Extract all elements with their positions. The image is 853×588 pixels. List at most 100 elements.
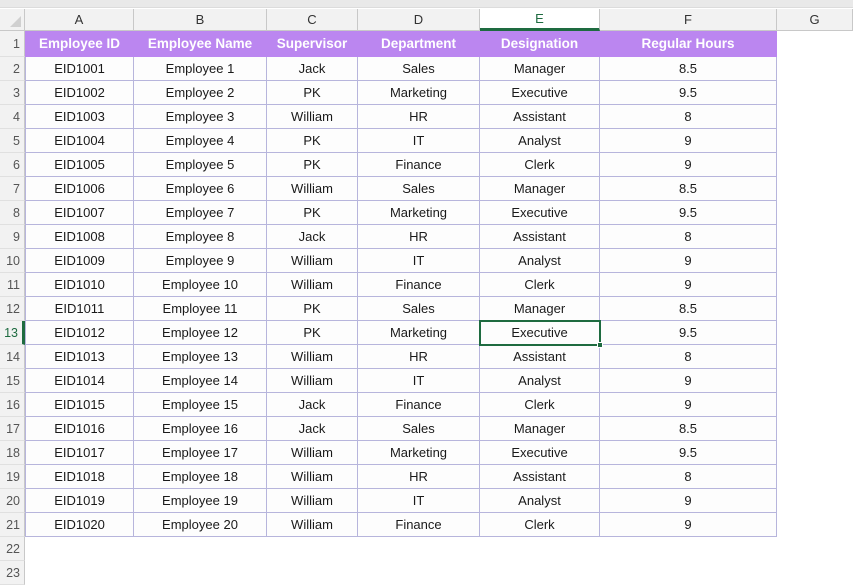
empty-cell[interactable] bbox=[480, 537, 600, 561]
data-cell[interactable]: IT bbox=[358, 489, 480, 513]
data-cell[interactable]: Analyst bbox=[480, 489, 600, 513]
empty-cell[interactable] bbox=[777, 465, 853, 489]
empty-cell[interactable] bbox=[25, 537, 134, 561]
data-cell[interactable]: IT bbox=[358, 369, 480, 393]
row-header-23[interactable]: 23 bbox=[0, 561, 25, 585]
data-cell[interactable]: William bbox=[267, 177, 358, 201]
data-cell[interactable]: Marketing bbox=[358, 441, 480, 465]
column-title-cell[interactable]: Supervisor bbox=[267, 31, 358, 57]
empty-cell[interactable] bbox=[777, 81, 853, 105]
row-header-12[interactable]: 12 bbox=[0, 297, 25, 321]
empty-cell[interactable] bbox=[777, 441, 853, 465]
data-cell[interactable]: Manager bbox=[480, 177, 600, 201]
column-header-g[interactable]: G bbox=[777, 9, 853, 31]
data-cell[interactable]: Analyst bbox=[480, 249, 600, 273]
empty-cell[interactable] bbox=[25, 561, 134, 585]
data-cell[interactable]: William bbox=[267, 465, 358, 489]
data-cell[interactable]: EID1012 bbox=[25, 321, 134, 345]
data-cell[interactable]: Employee 11 bbox=[134, 297, 267, 321]
data-cell[interactable]: Assistant bbox=[480, 345, 600, 369]
data-cell[interactable]: Jack bbox=[267, 393, 358, 417]
data-cell[interactable]: Clerk bbox=[480, 393, 600, 417]
data-cell[interactable]: EID1016 bbox=[25, 417, 134, 441]
data-cell[interactable]: 8 bbox=[600, 345, 777, 369]
row-header-15[interactable]: 15 bbox=[0, 369, 25, 393]
data-cell[interactable]: 8.5 bbox=[600, 417, 777, 441]
row-header-3[interactable]: 3 bbox=[0, 81, 25, 105]
row-header-22[interactable]: 22 bbox=[0, 537, 25, 561]
empty-cell[interactable] bbox=[777, 537, 853, 561]
data-cell[interactable]: PK bbox=[267, 201, 358, 225]
empty-cell[interactable] bbox=[777, 321, 853, 345]
fill-handle[interactable] bbox=[597, 342, 603, 348]
empty-cell[interactable] bbox=[777, 297, 853, 321]
data-cell[interactable]: EID1010 bbox=[25, 273, 134, 297]
data-cell[interactable]: EID1017 bbox=[25, 441, 134, 465]
data-cell[interactable]: Employee 15 bbox=[134, 393, 267, 417]
data-cell[interactable]: 8 bbox=[600, 465, 777, 489]
data-cell[interactable]: HR bbox=[358, 105, 480, 129]
data-cell[interactable]: EID1006 bbox=[25, 177, 134, 201]
data-cell[interactable]: Sales bbox=[358, 297, 480, 321]
row-header-10[interactable]: 10 bbox=[0, 249, 25, 273]
data-cell[interactable]: William bbox=[267, 489, 358, 513]
row-header-20[interactable]: 20 bbox=[0, 489, 25, 513]
row-header-18[interactable]: 18 bbox=[0, 441, 25, 465]
data-cell[interactable]: Finance bbox=[358, 153, 480, 177]
column-header-c[interactable]: C bbox=[267, 9, 358, 31]
data-cell[interactable]: 9.5 bbox=[600, 81, 777, 105]
empty-cell[interactable] bbox=[777, 345, 853, 369]
row-header-16[interactable]: 16 bbox=[0, 393, 25, 417]
empty-cell[interactable] bbox=[480, 561, 600, 585]
column-title-cell[interactable]: Department bbox=[358, 31, 480, 57]
row-header-14[interactable]: 14 bbox=[0, 345, 25, 369]
data-cell[interactable]: Employee 16 bbox=[134, 417, 267, 441]
data-cell[interactable]: Executive bbox=[480, 441, 600, 465]
data-cell[interactable]: Executive bbox=[480, 81, 600, 105]
empty-cell[interactable] bbox=[777, 225, 853, 249]
data-cell[interactable]: EID1011 bbox=[25, 297, 134, 321]
data-cell[interactable]: Sales bbox=[358, 417, 480, 441]
data-cell[interactable]: Employee 20 bbox=[134, 513, 267, 537]
data-cell[interactable]: 9 bbox=[600, 513, 777, 537]
empty-cell[interactable] bbox=[777, 105, 853, 129]
data-cell[interactable]: Employee 13 bbox=[134, 345, 267, 369]
data-cell[interactable]: Analyst bbox=[480, 129, 600, 153]
data-cell[interactable]: Manager bbox=[480, 297, 600, 321]
data-cell[interactable]: HR bbox=[358, 225, 480, 249]
column-title-cell[interactable]: Employee Name bbox=[134, 31, 267, 57]
row-header-13[interactable]: 13 bbox=[0, 321, 25, 345]
row-header-21[interactable]: 21 bbox=[0, 513, 25, 537]
data-cell[interactable]: EID1008 bbox=[25, 225, 134, 249]
data-cell[interactable]: 8.5 bbox=[600, 57, 777, 81]
empty-cell[interactable] bbox=[777, 417, 853, 441]
empty-cell[interactable] bbox=[777, 31, 853, 57]
data-cell[interactable]: Manager bbox=[480, 417, 600, 441]
data-cell[interactable]: Assistant bbox=[480, 105, 600, 129]
data-cell[interactable]: Employee 10 bbox=[134, 273, 267, 297]
data-cell[interactable]: Sales bbox=[358, 57, 480, 81]
data-cell[interactable]: 9 bbox=[600, 489, 777, 513]
data-cell[interactable]: Clerk bbox=[480, 513, 600, 537]
data-cell[interactable]: EID1009 bbox=[25, 249, 134, 273]
data-cell[interactable]: Employee 14 bbox=[134, 369, 267, 393]
data-cell[interactable]: Marketing bbox=[358, 201, 480, 225]
column-header-a[interactable]: A bbox=[25, 9, 134, 31]
column-title-cell[interactable]: Employee ID bbox=[25, 31, 134, 57]
data-cell[interactable]: Employee 3 bbox=[134, 105, 267, 129]
row-header-19[interactable]: 19 bbox=[0, 465, 25, 489]
data-cell[interactable]: Executive bbox=[480, 201, 600, 225]
empty-cell[interactable] bbox=[134, 561, 267, 585]
data-cell[interactable]: Finance bbox=[358, 273, 480, 297]
data-cell[interactable]: PK bbox=[267, 297, 358, 321]
empty-cell[interactable] bbox=[777, 201, 853, 225]
data-cell[interactable]: Jack bbox=[267, 57, 358, 81]
data-cell[interactable]: 8 bbox=[600, 225, 777, 249]
empty-cell[interactable] bbox=[777, 369, 853, 393]
empty-cell[interactable] bbox=[600, 561, 777, 585]
column-title-cell[interactable]: Regular Hours bbox=[600, 31, 777, 57]
data-cell[interactable]: EID1019 bbox=[25, 489, 134, 513]
row-header-8[interactable]: 8 bbox=[0, 201, 25, 225]
data-cell[interactable]: Sales bbox=[358, 177, 480, 201]
empty-cell[interactable] bbox=[777, 57, 853, 81]
